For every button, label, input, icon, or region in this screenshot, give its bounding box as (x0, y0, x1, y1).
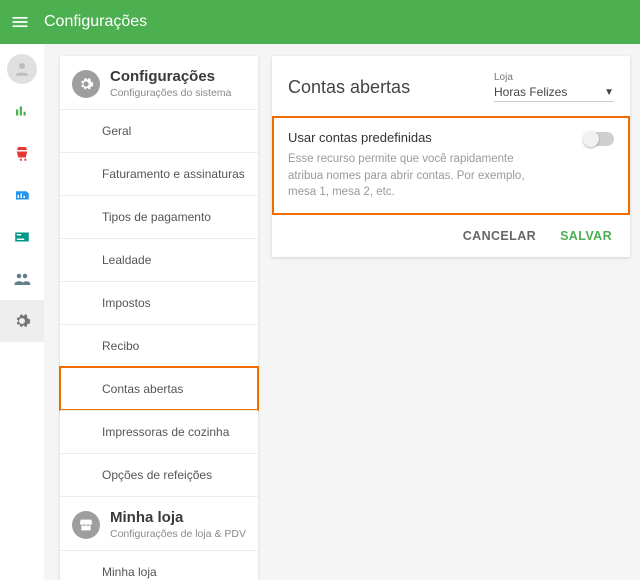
menu-item-meal-options[interactable]: Opções de refeições (60, 453, 258, 496)
main-title: Contas abertas (288, 77, 410, 98)
main-panel: Contas abertas Loja Horas Felizes ▼ Usar… (272, 56, 630, 580)
store-section-title: Minha loja (110, 509, 246, 526)
nav-item-analytics[interactable] (0, 90, 44, 132)
menu-item-receipt[interactable]: Recibo (60, 324, 258, 367)
nav-item-people[interactable] (0, 258, 44, 300)
settings-sidebar: Configurações Configurações do sistema G… (60, 56, 258, 580)
settings-section-title: Configurações (110, 68, 231, 85)
store-section-header: Minha loja Configurações de loja & PDV (60, 496, 258, 550)
settings-section-subtitle: Configurações do sistema (110, 87, 231, 99)
menu-item-general[interactable]: Geral (60, 109, 258, 152)
avatar[interactable] (7, 54, 37, 84)
menu-item-kitchen-printers[interactable]: Impressoras de cozinha (60, 410, 258, 453)
menu-item-payment-types[interactable]: Tipos de pagamento (60, 195, 258, 238)
setting-description: Esse recurso permite que você rapidament… (288, 151, 548, 201)
store-section-subtitle: Configurações de loja & PDV (110, 528, 246, 540)
chevron-down-icon: ▼ (604, 87, 614, 98)
menu-item-billing[interactable]: Faturamento e assinaturas (60, 152, 258, 195)
topbar: Configurações (0, 0, 640, 44)
menu-item-loyalty[interactable]: Lealdade (60, 238, 258, 281)
menu-item-open-accounts[interactable]: Contas abertas (60, 367, 258, 410)
predefined-accounts-toggle[interactable] (584, 132, 614, 146)
gear-icon (72, 70, 100, 98)
nav-item-inventory[interactable] (0, 174, 44, 216)
settings-section-header: Configurações Configurações do sistema (60, 56, 258, 109)
cancel-button[interactable]: CANCELAR (463, 229, 536, 243)
menu-item-my-store[interactable]: Minha loja (60, 550, 258, 580)
nav-item-cart[interactable] (0, 132, 44, 174)
page-title: Configurações (44, 13, 147, 31)
store-icon (72, 511, 100, 539)
setting-title: Usar contas predefinidas (288, 130, 548, 145)
store-select[interactable]: Loja Horas Felizes ▼ (494, 72, 614, 102)
store-select-value: Horas Felizes (494, 85, 567, 99)
nav-rail (0, 44, 44, 580)
predefined-accounts-setting: Usar contas predefinidas Esse recurso pe… (272, 116, 630, 215)
store-select-label: Loja (494, 72, 614, 83)
nav-item-card[interactable] (0, 216, 44, 258)
hamburger-icon[interactable] (10, 12, 30, 32)
save-button[interactable]: SALVAR (560, 229, 612, 243)
nav-item-settings[interactable] (0, 300, 44, 342)
menu-item-taxes[interactable]: Impostos (60, 281, 258, 324)
